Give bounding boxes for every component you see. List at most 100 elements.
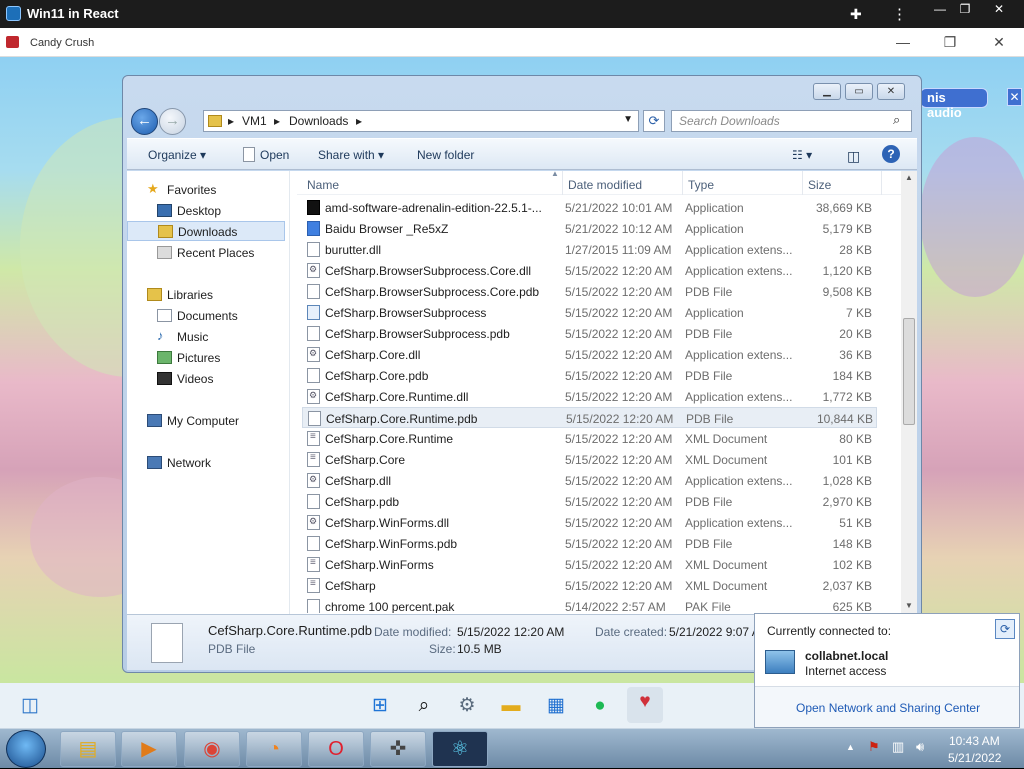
nav-music[interactable]: ♪ Music: [127, 327, 287, 347]
column-size[interactable]: Size: [808, 178, 831, 192]
column-divider[interactable]: [881, 171, 882, 195]
nav-videos[interactable]: Videos: [127, 369, 287, 389]
widgets-icon[interactable]: ◫: [15, 691, 45, 721]
menu-kebab-icon[interactable]: ⋮: [892, 5, 907, 23]
breadcrumb-vm1[interactable]: VM1: [242, 114, 267, 128]
explorer-maximize-button[interactable]: ▭: [845, 83, 873, 100]
back-button[interactable]: ←: [131, 108, 158, 135]
file-row[interactable]: CefSharp.Core.Runtime.dll 5/15/2022 12:20…: [302, 386, 877, 407]
file-row[interactable]: CefSharp 5/15/2022 12:20 AM XML Document 2,…: [302, 575, 877, 596]
explorer-minimize-button[interactable]: ▁: [813, 83, 841, 100]
network-refresh-icon[interactable]: ⟳: [995, 619, 1015, 639]
file-row[interactable]: CefSharp.WinForms 5/15/2022 12:20 AM XML D…: [302, 554, 877, 575]
start-windows-icon[interactable]: ⊞: [365, 691, 395, 721]
uc-browser-icon[interactable]: ◔: [246, 731, 302, 767]
store-icon[interactable]: ▦: [541, 691, 571, 721]
media-player-icon[interactable]: ▶: [121, 731, 177, 767]
search-icon[interactable]: ⌕: [409, 691, 439, 721]
refresh-button[interactable]: ⟳: [643, 110, 665, 132]
preview-pane-icon[interactable]: ◫: [847, 148, 860, 165]
breadcrumb-separator-icon[interactable]: ▸: [356, 114, 362, 128]
file-row[interactable]: Baidu Browser _Re5xZ 5/21/2022 10:12 AM Ap…: [302, 218, 877, 239]
gamepad-icon[interactable]: ✜: [370, 731, 426, 767]
audio-close-button[interactable]: ✕: [1007, 88, 1022, 106]
file-row[interactable]: CefSharp.BrowserSubprocess.Core.pdb 5/15/…: [302, 281, 877, 302]
scroll-up-icon[interactable]: ▲: [905, 173, 913, 182]
game-close-button[interactable]: ✕: [987, 34, 1011, 52]
file-row[interactable]: CefSharp.Core.pdb 5/15/2022 12:20 AM PDB F…: [302, 365, 877, 386]
action-center-icon[interactable]: ⚑: [868, 739, 880, 755]
file-row[interactable]: CefSharp.Core 5/15/2022 12:20 AM XML Docum…: [302, 449, 877, 470]
network-sharing-center-link[interactable]: Open Network and Sharing Center: [796, 701, 980, 715]
explorer-close-button[interactable]: ✕: [877, 83, 905, 100]
settings-gear-icon[interactable]: ⚙: [452, 691, 482, 721]
close-button[interactable]: ✕: [988, 2, 1010, 20]
file-row[interactable]: CefSharp.BrowserSubprocess 5/15/2022 12:2…: [302, 302, 877, 323]
nav-favorites[interactable]: ★ Favorites: [127, 180, 287, 200]
scroll-thumb[interactable]: [903, 318, 915, 425]
react-app-icon[interactable]: ⚛: [432, 731, 488, 767]
file-row[interactable]: burutter.dll 1/27/2015 11:09 AM Applicatio…: [302, 239, 877, 260]
nav-desktop[interactable]: Desktop: [127, 201, 287, 221]
network-tray-icon[interactable]: ▥: [892, 739, 904, 755]
help-icon[interactable]: ?: [882, 145, 900, 163]
breadcrumb-downloads[interactable]: Downloads: [289, 114, 348, 128]
candy-crush-taskbar-icon[interactable]: ♥: [627, 687, 663, 723]
forward-button[interactable]: →: [159, 108, 186, 135]
restore-button[interactable]: ❐: [954, 2, 976, 20]
scroll-down-icon[interactable]: ▼: [905, 601, 913, 610]
vertical-scrollbar[interactable]: ▲ ▼: [901, 171, 917, 614]
column-divider[interactable]: [682, 171, 683, 195]
start-orb-icon[interactable]: [6, 730, 46, 768]
share-with-button[interactable]: Share with ▾: [318, 148, 384, 162]
column-divider[interactable]: [802, 171, 803, 195]
chrome-icon[interactable]: ◉: [184, 731, 240, 767]
file-row[interactable]: amd-software-adrenalin-edition-22.5.1-..…: [302, 197, 877, 218]
opera-icon[interactable]: O: [308, 731, 364, 767]
file-row[interactable]: CefSharp.WinForms.pdb 5/15/2022 12:20 AM P…: [302, 533, 877, 554]
file-row[interactable]: CefSharp.WinForms.dll 5/15/2022 12:20 AM A…: [302, 512, 877, 533]
file-row[interactable]: CefSharp.pdb 5/15/2022 12:20 AM PDB File 2,…: [302, 491, 877, 512]
file-row[interactable]: CefSharp.Core.Runtime 5/15/2022 12:20 AM X…: [302, 428, 877, 449]
tray-time[interactable]: 10:43 AM: [949, 734, 1000, 748]
view-options-icon[interactable]: ☷ ▾: [792, 148, 812, 162]
extensions-icon[interactable]: ✚: [850, 6, 862, 23]
game-maximize-button[interactable]: ❐: [938, 34, 962, 52]
column-name[interactable]: Name: [307, 178, 339, 192]
address-bar[interactable]: ▸ VM1 ▸ Downloads ▸ ▼: [203, 110, 639, 132]
file-explorer-icon[interactable]: ▬: [496, 691, 526, 721]
breadcrumb-separator-icon[interactable]: ▸: [228, 114, 234, 128]
tray-date[interactable]: 5/21/2022: [948, 751, 1001, 765]
address-dropdown-icon[interactable]: ▼: [623, 114, 633, 125]
file-row[interactable]: CefSharp.Core.dll 5/15/2022 12:20 AM Appli…: [302, 344, 877, 365]
search-input[interactable]: Search Downloads: [671, 110, 912, 132]
organize-button[interactable]: Organize ▾: [148, 148, 206, 162]
file-row[interactable]: CefSharp.Core.Runtime.pdb 5/15/2022 12:20…: [302, 407, 877, 428]
column-divider[interactable]: [562, 171, 563, 195]
column-date-modified[interactable]: Date modified: [568, 178, 642, 192]
nav-network[interactable]: Network: [127, 453, 287, 473]
file-row[interactable]: CefSharp.BrowserSubprocess.Core.dll 5/15/…: [302, 260, 877, 281]
nav-recent-places[interactable]: Recent Places: [127, 243, 287, 263]
audio-badge[interactable]: nis audio: [920, 88, 988, 120]
explorer-taskbar-icon[interactable]: ▤: [60, 731, 116, 767]
volume-icon[interactable]: 🔊︎: [916, 739, 924, 755]
dll-file-icon: [307, 347, 320, 362]
game-minimize-button[interactable]: —: [891, 34, 915, 52]
breadcrumb-separator-icon[interactable]: ▸: [274, 114, 280, 128]
file-row[interactable]: chrome 100 percent.pak 5/14/2022 2:57 AM P…: [302, 596, 877, 613]
spotify-icon[interactable]: ●: [585, 691, 615, 721]
show-hidden-icons-icon[interactable]: ▲: [846, 742, 855, 752]
open-button[interactable]: Open: [260, 148, 289, 162]
nav-pictures[interactable]: Pictures: [127, 348, 287, 368]
search-icon[interactable]: ⌕: [893, 112, 900, 128]
column-type[interactable]: Type: [688, 178, 714, 192]
nav-documents[interactable]: Documents: [127, 306, 287, 326]
file-row[interactable]: CefSharp.BrowserSubprocess.pdb 5/15/2022 …: [302, 323, 877, 344]
nav-libraries[interactable]: Libraries: [127, 285, 287, 305]
new-folder-button[interactable]: New folder: [417, 148, 474, 162]
file-row[interactable]: CefSharp.dll 5/15/2022 12:20 AM Applicatio…: [302, 470, 877, 491]
minimize-button[interactable]: —: [929, 2, 951, 20]
nav-my-computer[interactable]: My Computer: [127, 411, 287, 431]
nav-downloads[interactable]: Downloads: [127, 221, 285, 241]
